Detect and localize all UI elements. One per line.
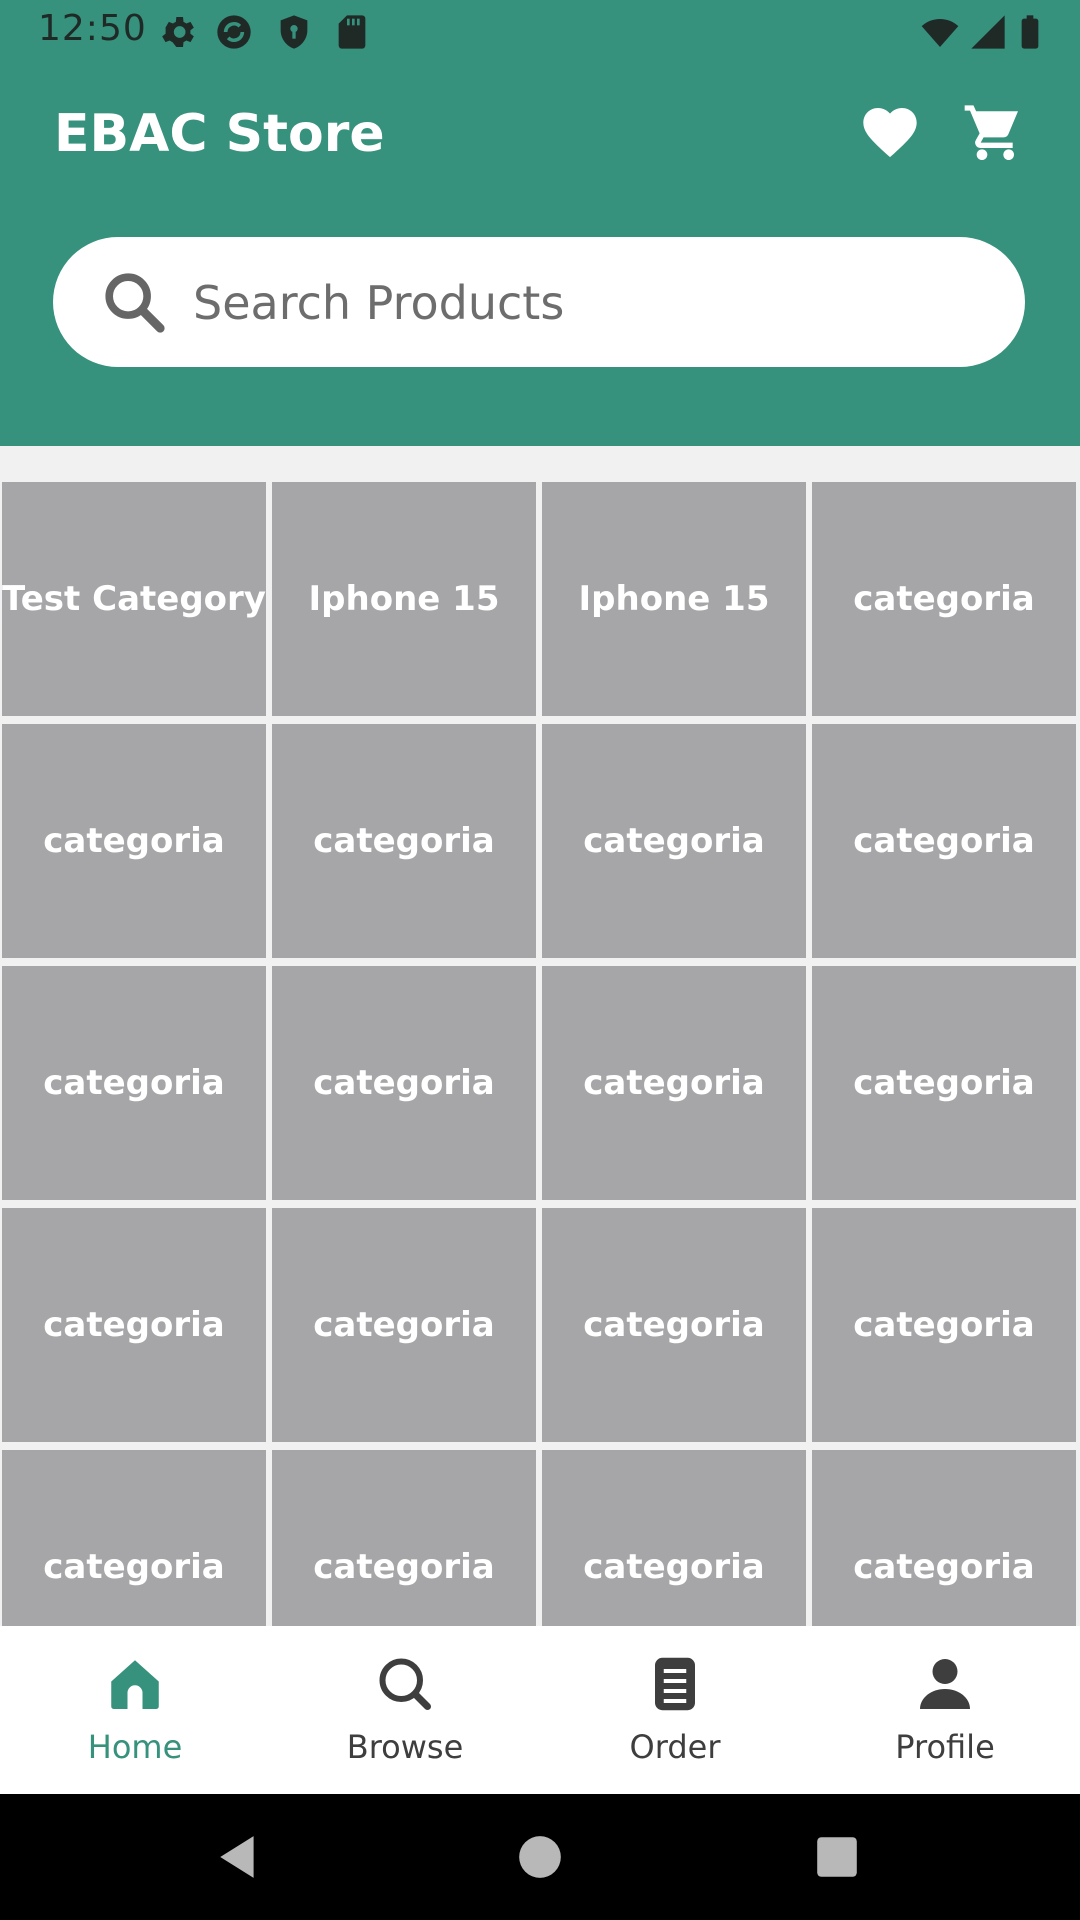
category-label: categoria [43,821,225,861]
recents-icon[interactable] [812,1832,862,1882]
nav-browse[interactable]: Browse [270,1626,540,1794]
category-tile[interactable]: Iphone 15 [272,482,536,716]
category-label: categoria [853,579,1035,619]
category-tile[interactable]: categoria [542,966,806,1200]
category-label: Iphone 15 [578,579,770,619]
category-label: categoria [853,1547,1035,1587]
category-tile[interactable]: categoria [812,482,1076,716]
category-label: Iphone 15 [308,579,500,619]
heart-icon[interactable] [858,100,922,164]
nav-profile[interactable]: Profile [810,1626,1080,1794]
category-label: categoria [313,821,495,861]
battery-icon [1021,15,1039,49]
order-icon [655,1657,695,1711]
category-tile[interactable]: categoria [2,724,266,958]
category-tile[interactable]: Test Category [2,482,266,716]
category-tile[interactable]: categoria [812,1450,1076,1626]
nav-profile-label: Profile [895,1728,995,1766]
profile-icon [920,1659,970,1709]
category-tile[interactable]: categoria [272,966,536,1200]
app-header: 12:50 EBAC Store [0,0,1080,446]
bottom-nav: Home Browse Order Profile [0,1626,1080,1794]
nav-browse-label: Browse [346,1728,464,1766]
system-nav-bar [0,1794,1080,1920]
category-tile[interactable]: categoria [272,724,536,958]
nav-order[interactable]: Order [540,1626,810,1794]
sd-card-icon [338,15,366,49]
category-label: categoria [853,821,1035,861]
nav-home[interactable]: Home [0,1626,270,1794]
category-tile[interactable]: categoria [812,1208,1076,1442]
category-tile[interactable]: categoria [272,1450,536,1626]
category-label: categoria [853,1305,1035,1345]
search-input[interactable] [191,262,975,344]
category-label: categoria [313,1063,495,1103]
settings-icon [162,17,194,47]
back-icon[interactable] [214,1832,264,1882]
category-tile[interactable]: categoria [812,966,1076,1200]
app-title: EBAC Store [54,104,385,164]
category-tile[interactable]: categoria [272,1208,536,1442]
cart-icon[interactable] [962,100,1026,164]
status-bar: 12:50 [0,0,1080,64]
category-label: categoria [583,1547,765,1587]
home-icon [111,1660,159,1709]
category-tile[interactable]: categoria [542,1450,806,1626]
category-tile[interactable]: categoria [812,724,1076,958]
category-label: categoria [853,1063,1035,1103]
category-label: categoria [583,821,765,861]
category-label: categoria [313,1305,495,1345]
category-tile[interactable]: Iphone 15 [542,482,806,716]
category-tile[interactable]: categoria [2,1450,266,1626]
status-time: 12:50 [38,8,147,49]
category-label: categoria [313,1547,495,1587]
category-label: categoria [43,1063,225,1103]
search-icon [379,1658,431,1710]
signal-icon [971,15,1005,49]
shield-icon [280,15,308,49]
search-icon [105,273,165,333]
category-label: categoria [583,1305,765,1345]
home-button-icon[interactable] [515,1832,565,1882]
category-label: Test Category [2,579,266,619]
category-area: Test Category Iphone 15 Iphone 15 categoria… [0,446,1080,1626]
category-tile[interactable]: categoria [2,966,266,1200]
sync-app-icon [217,15,251,49]
category-grid: Test Category Iphone 15 Iphone 15 categoria… [2,482,1076,1626]
nav-order-label: Order [629,1728,721,1766]
category-tile[interactable]: categoria [542,1208,806,1442]
category-tile[interactable]: categoria [2,1208,266,1442]
search-bar[interactable] [53,237,1025,367]
wifi-icon [921,19,959,47]
nav-home-label: Home [87,1728,183,1766]
category-label: categoria [43,1547,225,1587]
category-label: categoria [583,1063,765,1103]
category-tile[interactable]: categoria [542,724,806,958]
category-label: categoria [43,1305,225,1345]
